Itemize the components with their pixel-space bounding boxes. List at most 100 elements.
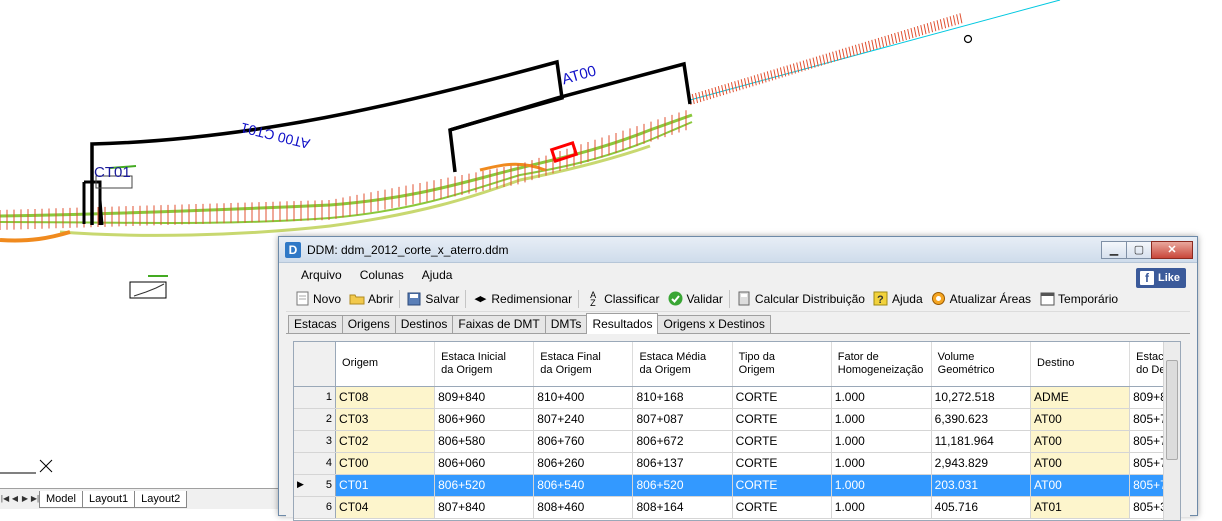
cell-volume[interactable]: 10,272.518 bbox=[931, 386, 1032, 409]
col-origem[interactable]: Origem bbox=[335, 342, 436, 387]
cell-tipo-origem[interactable]: CORTE bbox=[732, 496, 832, 519]
cell-fator[interactable]: 1.000 bbox=[831, 386, 932, 409]
menu-ajuda[interactable]: Ajuda bbox=[413, 268, 462, 282]
row-number[interactable]: ▶ 5 bbox=[294, 474, 337, 497]
abrir-button[interactable]: Abrir bbox=[345, 288, 397, 310]
minimize-button[interactable]: ▁ bbox=[1101, 240, 1127, 259]
cell-origem[interactable]: CT01 bbox=[335, 474, 436, 497]
cell-tipo-origem[interactable]: CORTE bbox=[732, 430, 832, 453]
cell-tipo-origem[interactable]: CORTE bbox=[732, 386, 832, 409]
temporario-button[interactable]: Temporário bbox=[1035, 288, 1122, 310]
close-button[interactable]: ✕ bbox=[1151, 240, 1193, 259]
calcular-distribuicao-button[interactable]: Calcular Distribuição bbox=[732, 288, 869, 310]
cell-estaca-final[interactable]: 806+760 bbox=[533, 430, 634, 453]
col-estaca-inicial[interactable]: Estaca Inicial da Origem bbox=[434, 342, 535, 387]
row-number[interactable]: 4 bbox=[294, 452, 337, 475]
redimensionar-button[interactable]: ◂▸ Redimensionar bbox=[468, 288, 576, 310]
col-estaca-media[interactable]: Estaca Média da Origem bbox=[632, 342, 733, 387]
cell-estaca-inicial[interactable]: 806+580 bbox=[434, 430, 535, 453]
cell-destino[interactable]: AT01 bbox=[1030, 496, 1131, 519]
vertical-scrollbar[interactable] bbox=[1163, 342, 1180, 520]
row-header-corner[interactable] bbox=[294, 342, 337, 387]
tab-model[interactable]: Model bbox=[39, 490, 83, 508]
table-row[interactable]: 1 CT08 809+840 810+400 810+168 CORTE 1.000 10,2… bbox=[294, 386, 1180, 409]
cell-estaca-final[interactable]: 806+540 bbox=[533, 474, 634, 497]
cell-estaca-media[interactable]: 806+137 bbox=[632, 452, 733, 475]
atualizar-areas-button[interactable]: Atualizar Áreas bbox=[927, 288, 1035, 310]
cell-estaca-final[interactable]: 810+400 bbox=[533, 386, 634, 409]
cell-destino[interactable]: AT00 bbox=[1030, 408, 1131, 431]
col-fator[interactable]: Fator de Homogeneização bbox=[831, 342, 932, 387]
col-estaca-final[interactable]: Estaca Final da Origem bbox=[533, 342, 634, 387]
window-titlebar[interactable]: D DDM: ddm_2012_corte_x_aterro.ddm ▁ ▢ ✕ bbox=[279, 237, 1197, 263]
cell-destino[interactable]: AT00 bbox=[1030, 474, 1131, 497]
tab-dmts[interactable]: DMTs bbox=[544, 315, 588, 333]
cell-tipo-origem[interactable]: CORTE bbox=[732, 452, 832, 475]
cell-estaca-inicial[interactable]: 809+840 bbox=[434, 386, 535, 409]
menu-colunas[interactable]: Colunas bbox=[351, 268, 413, 282]
cell-estaca-media[interactable]: 808+164 bbox=[632, 496, 733, 519]
cell-destino[interactable]: ADME bbox=[1030, 386, 1131, 409]
cell-tipo-origem[interactable]: CORTE bbox=[732, 408, 832, 431]
results-grid[interactable]: Origem Estaca Inicial da Origem Estaca Fi… bbox=[293, 341, 1181, 521]
classificar-button[interactable]: A Z Classificar bbox=[581, 288, 663, 310]
tab-origens[interactable]: Origens bbox=[341, 315, 396, 333]
cell-volume[interactable]: 11,181.964 bbox=[931, 430, 1032, 453]
table-row[interactable]: 6 CT04 807+840 808+460 808+164 CORTE 1.000 405.… bbox=[294, 496, 1180, 519]
table-row[interactable]: ▶ 5 CT01 806+520 806+540 806+520 CORTE 1.000 203… bbox=[294, 474, 1180, 497]
cell-fator[interactable]: 1.000 bbox=[831, 496, 932, 519]
cell-origem[interactable]: CT08 bbox=[335, 386, 436, 409]
cell-estaca-media[interactable]: 807+087 bbox=[632, 408, 733, 431]
cell-volume[interactable]: 405.716 bbox=[931, 496, 1032, 519]
salvar-button[interactable]: Salvar bbox=[402, 288, 463, 310]
cell-fator[interactable]: 1.000 bbox=[831, 474, 932, 497]
row-number[interactable]: 6 bbox=[294, 496, 337, 519]
facebook-like-button[interactable]: f Like bbox=[1136, 268, 1186, 288]
row-number[interactable]: 1 bbox=[294, 386, 337, 409]
cell-origem[interactable]: CT00 bbox=[335, 452, 436, 475]
cell-origem[interactable]: CT02 bbox=[335, 430, 436, 453]
cell-tipo-origem[interactable]: CORTE bbox=[732, 474, 832, 497]
cell-origem[interactable]: CT03 bbox=[335, 408, 436, 431]
cell-estaca-final[interactable]: 807+240 bbox=[533, 408, 634, 431]
tab-destinos[interactable]: Destinos bbox=[394, 315, 454, 333]
tab-estacas[interactable]: Estacas bbox=[288, 315, 343, 333]
cell-fator[interactable]: 1.000 bbox=[831, 408, 932, 431]
tab-layout2[interactable]: Layout2 bbox=[134, 490, 188, 508]
col-volume[interactable]: Volume Geométrico bbox=[931, 342, 1032, 387]
row-number[interactable]: 3 bbox=[294, 430, 337, 453]
ajuda-button[interactable]: ? Ajuda bbox=[869, 288, 927, 310]
cell-estaca-inicial[interactable]: 806+960 bbox=[434, 408, 535, 431]
prev-layout-icon[interactable]: ◀ bbox=[10, 492, 20, 506]
tab-faixas-de-dmt[interactable]: Faixas de DMT bbox=[452, 315, 546, 333]
row-number[interactable]: 2 bbox=[294, 408, 337, 431]
tab-resultados[interactable]: Resultados bbox=[586, 313, 659, 334]
col-destino[interactable]: Destino bbox=[1030, 342, 1131, 387]
cell-estaca-inicial[interactable]: 806+060 bbox=[434, 452, 535, 475]
tab-layout1[interactable]: Layout1 bbox=[81, 490, 136, 508]
col-tipo-origem[interactable]: Tipo da Origem bbox=[732, 342, 832, 387]
novo-button[interactable]: Novo bbox=[290, 288, 345, 310]
cell-origem[interactable]: CT04 bbox=[335, 496, 436, 519]
next-layout-icon[interactable]: ▶ bbox=[20, 492, 30, 506]
tab-origens-x-destinos[interactable]: Origens x Destinos bbox=[657, 315, 771, 333]
cell-estaca-inicial[interactable]: 807+840 bbox=[434, 496, 535, 519]
cell-volume[interactable]: 6,390.623 bbox=[931, 408, 1032, 431]
cell-volume[interactable]: 203.031 bbox=[931, 474, 1032, 497]
cell-fator[interactable]: 1.000 bbox=[831, 430, 932, 453]
first-layout-icon[interactable]: |◀ bbox=[0, 492, 10, 506]
cell-fator[interactable]: 1.000 bbox=[831, 452, 932, 475]
cell-estaca-inicial[interactable]: 806+520 bbox=[434, 474, 535, 497]
cell-destino[interactable]: AT00 bbox=[1030, 452, 1131, 475]
scroll-thumb[interactable] bbox=[1166, 360, 1178, 460]
table-row[interactable]: 4 CT00 806+060 806+260 806+137 CORTE 1.000 2,94… bbox=[294, 452, 1180, 475]
cell-volume[interactable]: 2,943.829 bbox=[931, 452, 1032, 475]
cell-estaca-media[interactable]: 806+520 bbox=[632, 474, 733, 497]
maximize-button[interactable]: ▢ bbox=[1126, 240, 1152, 259]
cell-estaca-final[interactable]: 808+460 bbox=[533, 496, 634, 519]
cell-estaca-media[interactable]: 806+672 bbox=[632, 430, 733, 453]
cell-estaca-media[interactable]: 810+168 bbox=[632, 386, 733, 409]
table-row[interactable]: 2 CT03 806+960 807+240 807+087 CORTE 1.000 6,39… bbox=[294, 408, 1180, 431]
cell-destino[interactable]: AT00 bbox=[1030, 430, 1131, 453]
cell-estaca-final[interactable]: 806+260 bbox=[533, 452, 634, 475]
